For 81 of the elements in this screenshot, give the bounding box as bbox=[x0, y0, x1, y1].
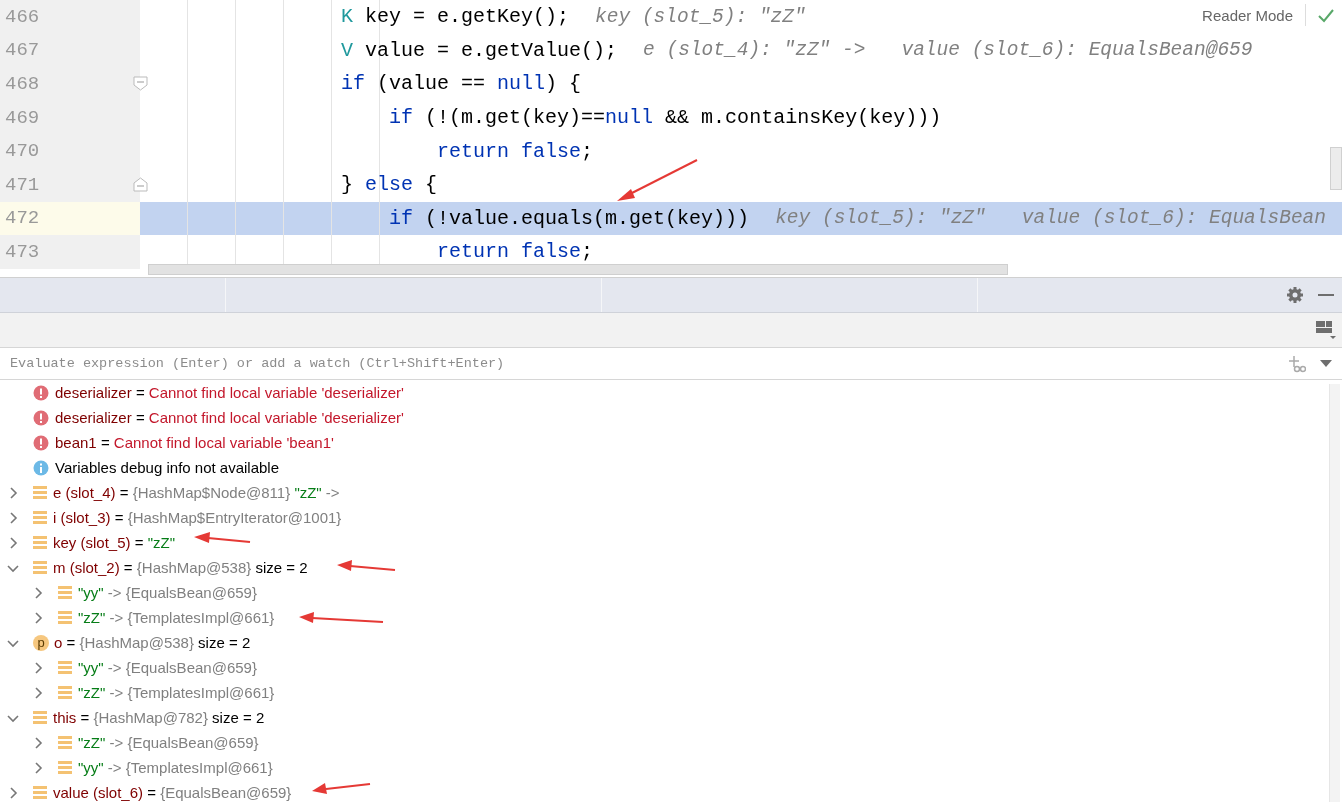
variable-label[interactable]: o = {HashMap@538} size = 2 bbox=[54, 634, 251, 651]
vertical-scrollbar[interactable] bbox=[1329, 384, 1340, 802]
code-text: if (value == null) { bbox=[341, 72, 582, 96]
expand-chevron-icon[interactable] bbox=[7, 511, 19, 524]
fold-marker-icon[interactable] bbox=[133, 76, 148, 92]
expand-chevron-icon[interactable] bbox=[7, 536, 19, 549]
reader-mode-link[interactable]: Reader Mode bbox=[1202, 6, 1293, 24]
variable-icon bbox=[33, 510, 47, 525]
variable-icon bbox=[58, 735, 72, 750]
code-text: if (!(m.get(key)==null && m.containsKey(key))) bbox=[389, 106, 942, 130]
error-icon bbox=[33, 409, 49, 426]
expand-chevron-icon[interactable] bbox=[7, 786, 19, 799]
code-text: K key = e.getKey(); bbox=[341, 5, 570, 29]
inlay-hint: key (slot_5): "zZ" bbox=[595, 5, 806, 28]
variable-icon bbox=[58, 660, 72, 675]
variable-label[interactable]: "yy" -> {EqualsBean@659} bbox=[78, 584, 257, 601]
settings-icon[interactable] bbox=[1286, 286, 1304, 304]
expand-chevron-icon[interactable] bbox=[32, 586, 44, 599]
line-number: 468 bbox=[4, 73, 40, 95]
variable-label[interactable]: value (slot_6) = {EqualsBean@659} bbox=[53, 784, 292, 801]
variable-icon bbox=[58, 685, 72, 700]
code-text: return false; bbox=[437, 139, 594, 163]
variable-icon bbox=[33, 710, 47, 725]
line-number: 467 bbox=[4, 39, 40, 62]
expand-chevron-icon[interactable] bbox=[32, 661, 44, 674]
minimize-icon[interactable] bbox=[1318, 293, 1334, 297]
inlay-hint: key (slot_5): "zZ" bbox=[775, 207, 986, 230]
line-number: 472 bbox=[4, 207, 40, 230]
variable-label[interactable]: key (slot_5) = "zZ" bbox=[53, 534, 175, 551]
error-icon bbox=[33, 384, 49, 401]
variable-label[interactable]: m (slot_2) = {HashMap@538} size = 2 bbox=[53, 559, 308, 576]
expand-chevron-icon[interactable] bbox=[32, 611, 44, 624]
inlay-hint: value (slot_6): EqualsBean bbox=[1021, 207, 1326, 230]
variable-label[interactable]: "zZ" -> {EqualsBean@659} bbox=[78, 734, 259, 751]
variable-label[interactable]: bean1 = Cannot find local variable 'bean1' bbox=[55, 434, 334, 451]
variable-label[interactable]: deserializer = Cannot find local variable 'deserializer' bbox=[55, 409, 404, 426]
dropdown-caret-icon[interactable] bbox=[1320, 360, 1332, 367]
variable-icon bbox=[33, 535, 47, 550]
annotation-arrow bbox=[312, 783, 371, 794]
code-text: if (!value.equals(m.get(key))) bbox=[389, 206, 750, 230]
evaluate-field[interactable]: Evaluate expression (Enter) or add a watch (Ctrl+Shift+Enter) bbox=[10, 351, 1274, 376]
horizontal-scrollbar[interactable] bbox=[148, 264, 1008, 275]
variable-label[interactable]: e (slot_4) = {HashMap$Node@811} "zZ" -> bbox=[53, 484, 340, 501]
code-text: V value = e.getValue(); bbox=[341, 38, 618, 62]
inlay-hint: e (slot_4): "zZ" -> bbox=[643, 39, 866, 62]
variable-label[interactable]: deserializer = Cannot find local variable 'deserializer' bbox=[55, 384, 404, 401]
line-number: 473 bbox=[4, 240, 40, 263]
variable-icon bbox=[33, 560, 47, 575]
variable-label[interactable]: "zZ" -> {TemplatesImpl@661} bbox=[78, 684, 275, 701]
annotation-arrow bbox=[194, 532, 251, 543]
inlay-hint: value (slot_6): EqualsBean@659 bbox=[901, 39, 1253, 62]
line-number: 469 bbox=[4, 106, 40, 129]
expand-chevron-icon[interactable] bbox=[32, 761, 44, 774]
code-text: return false; bbox=[437, 240, 594, 264]
variable-icon bbox=[58, 610, 72, 625]
variable-label[interactable]: this = {HashMap@782} size = 2 bbox=[53, 709, 265, 726]
error-icon bbox=[33, 434, 49, 451]
variable-icon bbox=[58, 760, 72, 775]
line-number: 466 bbox=[4, 5, 40, 28]
info-icon bbox=[33, 459, 49, 476]
check-icon bbox=[1318, 7, 1334, 23]
fold-marker-icon[interactable] bbox=[133, 176, 148, 192]
code-text: } else { bbox=[341, 173, 438, 197]
variable-icon bbox=[58, 585, 72, 600]
layout-icon[interactable] bbox=[1316, 321, 1336, 339]
variable-icon bbox=[33, 485, 47, 500]
line-number: 470 bbox=[4, 140, 40, 163]
add-watch-icon[interactable] bbox=[1288, 354, 1306, 373]
variable-label[interactable]: "yy" -> {TemplatesImpl@661} bbox=[78, 759, 273, 776]
expand-chevron-icon[interactable] bbox=[7, 486, 19, 499]
annotation-arrow bbox=[337, 560, 396, 571]
variable-label[interactable]: i (slot_3) = {HashMap$EntryIterator@1001} bbox=[53, 509, 342, 526]
variable-label[interactable]: "yy" -> {EqualsBean@659} bbox=[78, 659, 257, 676]
variable-label[interactable]: Variables debug info not available bbox=[55, 459, 280, 476]
variable-label[interactable]: "zZ" -> {TemplatesImpl@661} bbox=[78, 609, 275, 626]
expand-chevron-icon[interactable] bbox=[32, 686, 44, 699]
expand-chevron-icon[interactable] bbox=[32, 736, 44, 749]
variable-icon bbox=[33, 785, 47, 800]
vertical-scrollbar[interactable] bbox=[1330, 147, 1342, 190]
parameter-badge: p bbox=[33, 634, 49, 651]
line-number: 471 bbox=[4, 173, 40, 196]
